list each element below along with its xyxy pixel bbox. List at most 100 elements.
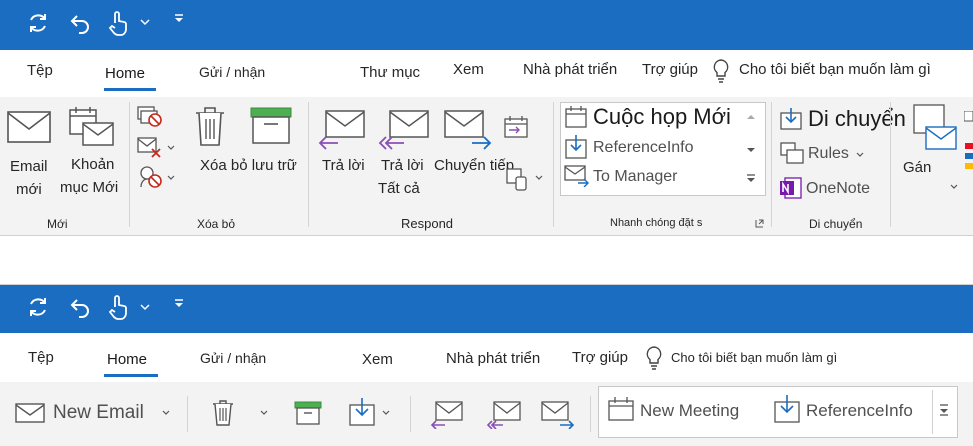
tab-view[interactable]: Xem bbox=[362, 351, 393, 368]
move-icon[interactable] bbox=[348, 397, 378, 427]
new-email-label-2[interactable]: mới bbox=[16, 179, 42, 201]
divider-area bbox=[0, 235, 973, 285]
reference-info-icon bbox=[565, 135, 587, 159]
move-icon[interactable] bbox=[779, 107, 805, 131]
reference-info-icon bbox=[774, 395, 800, 423]
reply-all-label-2[interactable]: Tất cả bbox=[378, 178, 420, 200]
tell-me-input[interactable]: Cho tôi biết bạn muốn làm gì bbox=[739, 61, 931, 78]
quick-step-reference-info[interactable]: ReferenceInfo bbox=[593, 139, 694, 157]
group-quick-steps-label: Nhanh chóng đặt s bbox=[610, 217, 703, 229]
top-ribbon: Email mới Khoản mục Mới Mới Xóa bỏ lưu t… bbox=[0, 97, 973, 235]
delete-icon[interactable] bbox=[194, 105, 226, 147]
new-email-label-1[interactable]: Email bbox=[10, 156, 48, 178]
reply-all-icon[interactable] bbox=[378, 110, 430, 150]
new-email-icon[interactable] bbox=[7, 111, 51, 143]
chevron-down-icon[interactable] bbox=[140, 18, 150, 26]
dropdown-arrow-icon[interactable] bbox=[856, 152, 864, 158]
scroll-up-icon[interactable] bbox=[746, 114, 756, 120]
separator bbox=[590, 396, 591, 432]
separator bbox=[129, 102, 130, 227]
dropdown-arrow-icon[interactable] bbox=[382, 410, 390, 416]
tab-send-receive[interactable]: Gửi / nhận bbox=[200, 350, 266, 366]
group-move-label: Di chuyển bbox=[809, 217, 863, 231]
forward-label[interactable]: Chuyển tiếp bbox=[434, 155, 514, 177]
im-reply-icon[interactable] bbox=[505, 167, 531, 191]
touch-mode-icon[interactable] bbox=[106, 293, 130, 321]
archive-icon[interactable] bbox=[250, 107, 292, 145]
reply-label[interactable]: Trả lời bbox=[322, 155, 365, 177]
reply-all-icon[interactable] bbox=[486, 401, 522, 429]
gallery-more-icon[interactable] bbox=[939, 404, 949, 418]
dropdown-arrow-icon[interactable] bbox=[162, 410, 170, 416]
quick-step-to-manager[interactable]: To Manager bbox=[593, 168, 678, 186]
tab-home-underline bbox=[104, 88, 156, 91]
chevron-down-icon[interactable] bbox=[140, 303, 150, 311]
archive-icon[interactable] bbox=[294, 401, 322, 425]
undo-icon[interactable] bbox=[68, 295, 92, 319]
tab-developer[interactable]: Nhà phát triển bbox=[446, 350, 540, 367]
new-items-icon[interactable] bbox=[68, 105, 116, 149]
tab-developer[interactable]: Nhà phát triển bbox=[523, 61, 617, 78]
group-respond-label: Respond bbox=[401, 216, 454, 231]
quick-step-new-meeting[interactable]: New Meeting bbox=[640, 401, 739, 421]
dialog-launcher-icon[interactable] bbox=[755, 219, 764, 228]
touch-mode-icon[interactable] bbox=[106, 9, 130, 37]
archive-label[interactable]: Xóa bỏ lưu trữ bbox=[200, 155, 297, 177]
lightbulb-icon bbox=[646, 346, 662, 370]
sync-icon[interactable] bbox=[26, 295, 50, 319]
separator bbox=[553, 102, 554, 227]
dropdown-arrow-icon[interactable] bbox=[535, 175, 543, 181]
tell-me-input[interactable]: Cho tôi biết bạn muốn làm gì bbox=[671, 350, 837, 365]
move-label[interactable]: Di chuyển bbox=[808, 106, 906, 132]
reply-icon[interactable] bbox=[318, 110, 366, 150]
sync-icon[interactable] bbox=[26, 11, 50, 35]
tab-home[interactable]: Home bbox=[107, 351, 147, 368]
customize-qat-icon[interactable] bbox=[174, 299, 184, 309]
dropdown-arrow-icon[interactable] bbox=[167, 175, 175, 181]
tab-help[interactable]: Trợ giúp bbox=[572, 349, 628, 366]
onenote-label[interactable]: OneNote bbox=[806, 180, 870, 198]
top-quick-access-toolbar bbox=[0, 0, 973, 50]
new-items-label-1[interactable]: Khoản bbox=[71, 154, 114, 176]
tab-file[interactable]: Tệp bbox=[28, 349, 54, 366]
tab-home-underline bbox=[104, 374, 158, 377]
assign-policy-icon[interactable] bbox=[912, 103, 958, 155]
meeting-icon[interactable] bbox=[503, 115, 531, 139]
group-new-label: Mới bbox=[47, 217, 68, 231]
tab-send-receive[interactable]: Gửi / nhận bbox=[199, 64, 265, 80]
tab-view[interactable]: Xem bbox=[453, 61, 484, 78]
quick-step-new-meeting[interactable]: Cuộc họp Mới bbox=[593, 104, 731, 130]
forward-icon[interactable] bbox=[444, 110, 492, 150]
new-email-button[interactable]: New Email bbox=[53, 402, 144, 424]
ignore-icon[interactable] bbox=[137, 106, 163, 128]
junk-icon[interactable] bbox=[137, 165, 163, 189]
categorize-icon[interactable] bbox=[964, 111, 973, 171]
reply-all-label-1[interactable]: Trả lời bbox=[381, 155, 424, 177]
forward-icon[interactable] bbox=[541, 401, 575, 429]
tab-folder[interactable]: Thư mục bbox=[360, 64, 420, 81]
new-items-label-2[interactable]: mục Mới bbox=[60, 177, 118, 199]
undo-icon[interactable] bbox=[68, 11, 92, 35]
lightbulb-icon bbox=[713, 59, 729, 83]
tab-home[interactable]: Home bbox=[105, 65, 145, 82]
customize-qat-icon[interactable] bbox=[174, 14, 184, 24]
gallery-more-icon[interactable] bbox=[746, 174, 756, 184]
tab-file[interactable]: Tệp bbox=[27, 62, 53, 79]
separator bbox=[308, 102, 309, 227]
onenote-icon[interactable] bbox=[779, 176, 803, 200]
rules-icon[interactable] bbox=[779, 141, 805, 165]
new-email-icon[interactable] bbox=[15, 403, 45, 423]
quick-step-reference-info[interactable]: ReferenceInfo bbox=[806, 401, 913, 421]
dropdown-arrow-icon[interactable] bbox=[260, 410, 268, 416]
separator bbox=[410, 396, 411, 432]
delete-icon[interactable] bbox=[212, 399, 234, 427]
bottom-ribbon: New Email New Meeting ReferenceInfo bbox=[0, 382, 973, 446]
clean-up-icon[interactable] bbox=[137, 137, 163, 159]
rules-label[interactable]: Rules bbox=[808, 145, 849, 163]
assign-label[interactable]: Gán bbox=[903, 157, 931, 179]
scroll-down-icon[interactable] bbox=[746, 147, 756, 153]
chevron-down-icon[interactable] bbox=[950, 184, 958, 190]
tab-help[interactable]: Trợ giúp bbox=[642, 61, 698, 78]
dropdown-arrow-icon[interactable] bbox=[167, 145, 175, 151]
reply-icon[interactable] bbox=[430, 401, 464, 429]
